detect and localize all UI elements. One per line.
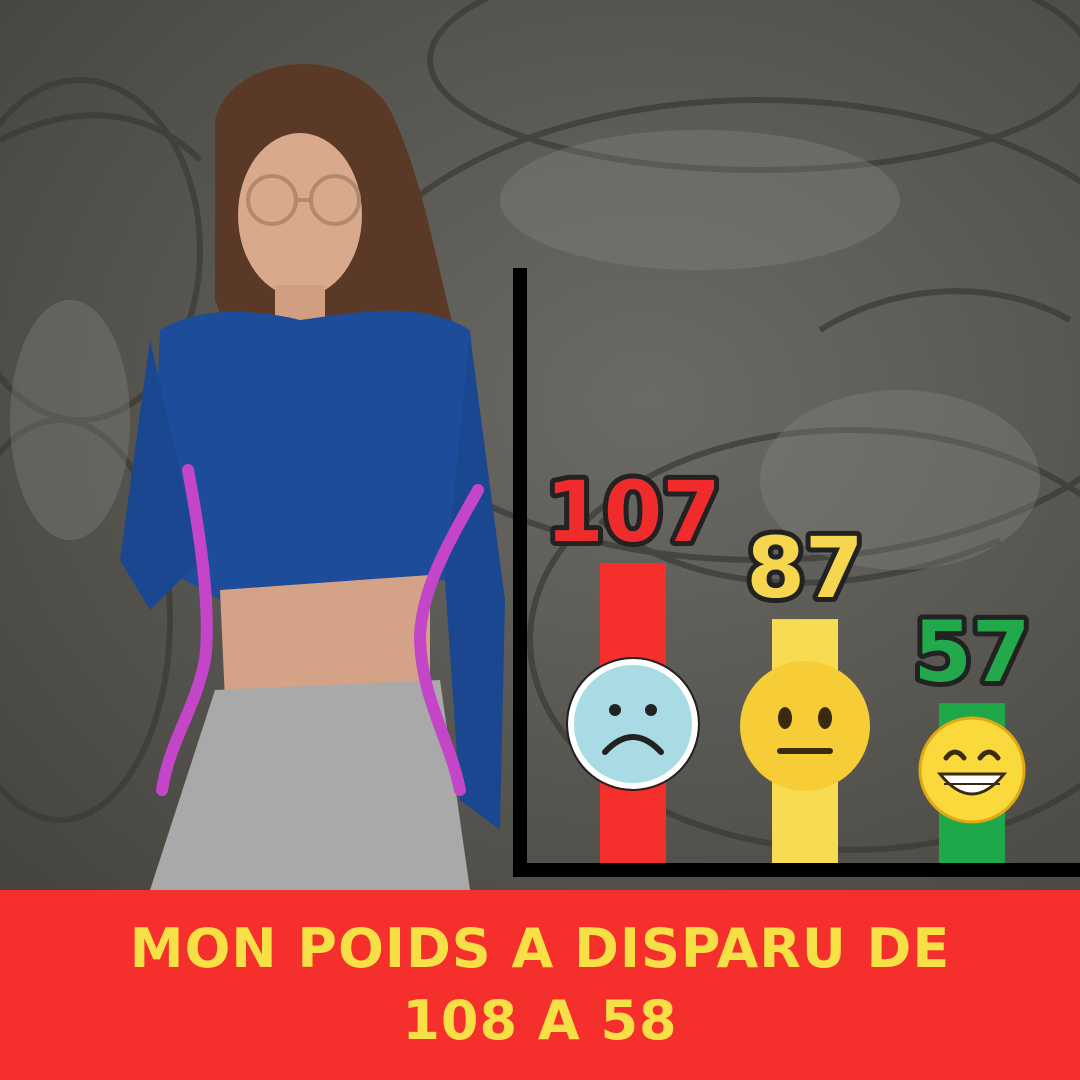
neutral-face-icon xyxy=(740,661,870,791)
value-label-107: 107 xyxy=(545,463,720,561)
caption-banner: MON POIDS A DISPARU DE 108 A 58 xyxy=(0,890,1080,1080)
value-label-87: 87 xyxy=(747,519,864,617)
caption-line-1: MON POIDS A DISPARU DE xyxy=(129,917,951,980)
sad-face-icon xyxy=(566,657,700,791)
grinning-face-icon xyxy=(918,716,1026,824)
value-label-57: 57 xyxy=(914,603,1031,701)
weight-bar-chart: 107 87 57 xyxy=(513,268,1080,877)
caption-line-2: 108 A 58 xyxy=(402,989,678,1052)
